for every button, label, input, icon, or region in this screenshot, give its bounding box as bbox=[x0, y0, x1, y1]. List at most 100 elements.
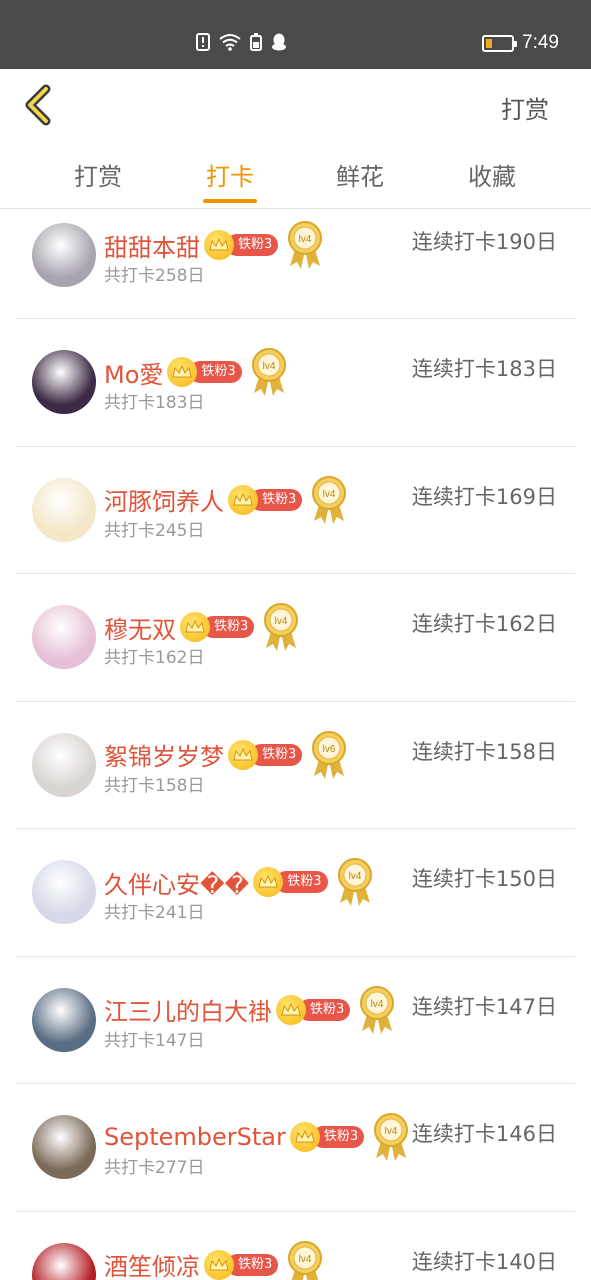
avatar[interactable] bbox=[32, 987, 96, 1052]
fan-badge: 铁粉3 bbox=[167, 357, 242, 387]
level-label: lv4 bbox=[348, 871, 361, 882]
tab-bar: 打赏 打卡 鲜花 收藏 bbox=[0, 141, 591, 209]
user-name[interactable]: 酒笙倾凉 bbox=[104, 1247, 200, 1280]
fan-badge: 铁粉3 bbox=[289, 1122, 365, 1152]
fan-badge-label: 铁粉3 bbox=[275, 871, 328, 893]
back-button[interactable] bbox=[20, 83, 64, 127]
list-item[interactable]: 絮锦岁岁梦 铁粉3 lv6 共打卡158日 连续打卡158日 bbox=[16, 702, 575, 829]
user-name[interactable]: Mo愛 bbox=[104, 355, 163, 390]
avatar[interactable] bbox=[32, 223, 96, 287]
total-checkins: 共打卡183日 bbox=[104, 393, 205, 413]
tab-favorites[interactable]: 收藏 bbox=[442, 157, 542, 192]
reward-link[interactable]: 打赏 bbox=[501, 90, 549, 125]
total-checkins: 共打卡245日 bbox=[104, 520, 205, 541]
level-label: lv4 bbox=[299, 234, 312, 245]
level-medal-icon: lv4 bbox=[250, 347, 288, 397]
checkin-list[interactable]: 甜甜本甜 铁粉3 lv4 共打卡258日 连续打卡190日 Mo愛 铁粉3 lv4 共打卡183… bbox=[16, 209, 575, 1280]
status-time: 7:49 bbox=[522, 32, 559, 53]
total-checkins: 共打卡147日 bbox=[104, 1030, 205, 1051]
fan-badge: 铁粉3 bbox=[253, 867, 328, 897]
streak-days: 连续打卡158日 bbox=[411, 739, 557, 764]
level-medal-icon: lv4 bbox=[358, 985, 396, 1035]
level-label: lv4 bbox=[371, 999, 384, 1010]
crown-icon bbox=[180, 612, 210, 642]
level-medal-icon: lv6 bbox=[310, 730, 348, 780]
fan-badge: 铁粉3 bbox=[228, 739, 303, 770]
name-line: 酒笙倾凉 铁粉3 lv4 bbox=[104, 1240, 324, 1280]
list-item[interactable]: 河豚饲养人 铁粉3 lv4 共打卡245日 连续打卡169日 bbox=[16, 447, 575, 574]
chevron-left-icon bbox=[25, 84, 51, 126]
user-name[interactable]: 甜甜本甜 bbox=[104, 228, 200, 263]
qq-icon bbox=[272, 33, 286, 51]
level-medal-icon: lv4 bbox=[372, 1112, 410, 1162]
fan-badge: 铁粉3 bbox=[204, 230, 279, 260]
user-name[interactable]: 河豚饲养人 bbox=[104, 482, 224, 517]
level-label: lv4 bbox=[385, 1126, 398, 1137]
top-bar: 打赏 bbox=[0, 69, 591, 141]
crown-icon bbox=[228, 484, 258, 515]
crown-icon bbox=[276, 994, 306, 1025]
streak-days: 连续打卡140日 bbox=[411, 1249, 557, 1274]
storage-icon bbox=[250, 33, 262, 51]
avatar[interactable] bbox=[32, 1242, 96, 1280]
list-item[interactable]: 久伴心安�� 铁粉3 lv4 共打卡241日 连续打卡150日 bbox=[16, 829, 575, 957]
list-item[interactable]: SeptemberStar 铁粉3 lv4 共打卡277日 连续打卡146日 bbox=[16, 1084, 575, 1212]
level-label: lv4 bbox=[323, 489, 336, 500]
level-medal-icon: lv4 bbox=[262, 602, 300, 652]
avatar[interactable] bbox=[32, 1115, 96, 1179]
avatar[interactable] bbox=[32, 605, 96, 669]
crown-icon bbox=[167, 357, 198, 387]
level-medal-icon: lv4 bbox=[336, 857, 374, 907]
crown-icon bbox=[253, 867, 284, 897]
user-name[interactable]: 久伴心安�� bbox=[104, 865, 249, 900]
status-right: 7:49 bbox=[482, 32, 559, 54]
fan-badge: 铁粉3 bbox=[228, 484, 303, 515]
list-item[interactable]: 甜甜本甜 铁粉3 lv4 共打卡258日 连续打卡190日 bbox=[16, 209, 575, 319]
level-medal-icon: lv4 bbox=[286, 220, 324, 270]
total-checkins: 共打卡277日 bbox=[104, 1158, 205, 1178]
list-item[interactable]: 穆无双 铁粉3 lv4 共打卡162日 连续打卡162日 bbox=[16, 574, 575, 702]
streak-days: 连续打卡183日 bbox=[411, 357, 557, 381]
streak-days: 连续打卡147日 bbox=[411, 994, 557, 1019]
total-checkins: 共打卡258日 bbox=[104, 266, 205, 286]
streak-days: 连续打卡162日 bbox=[411, 612, 557, 636]
streak-days: 连续打卡150日 bbox=[411, 867, 557, 891]
fan-badge: 铁粉3 bbox=[276, 994, 351, 1025]
user-name[interactable]: 絮锦岁岁梦 bbox=[104, 737, 224, 772]
total-checkins: 共打卡158日 bbox=[104, 775, 205, 796]
fan-badge: 铁粉3 bbox=[204, 1249, 279, 1280]
alert-sim-icon bbox=[196, 33, 210, 51]
status-bar: 7:49 bbox=[0, 0, 591, 69]
total-checkins: 共打卡241日 bbox=[104, 903, 205, 923]
level-medal-icon: lv4 bbox=[310, 475, 348, 525]
tab-reward[interactable]: 打赏 bbox=[48, 157, 148, 192]
crown-icon bbox=[204, 1249, 234, 1280]
avatar[interactable] bbox=[32, 350, 96, 414]
list-item[interactable]: 江三儿的白大褂 铁粉3 lv4 共打卡147日 连续打卡147日 bbox=[16, 957, 575, 1084]
user-name[interactable]: 穆无双 bbox=[104, 610, 176, 645]
total-checkins: 共打卡162日 bbox=[104, 648, 205, 668]
streak-days: 连续打卡146日 bbox=[411, 1122, 557, 1146]
avatar[interactable] bbox=[32, 860, 96, 924]
crown-icon bbox=[204, 230, 234, 260]
list-item[interactable]: 酒笙倾凉 铁粉3 lv4 连续打卡140日 bbox=[16, 1212, 575, 1280]
avatar[interactable] bbox=[32, 477, 96, 542]
user-name[interactable]: SeptemberStar bbox=[104, 1123, 286, 1151]
tab-flowers[interactable]: 鲜花 bbox=[310, 157, 410, 192]
fan-badge-label: 铁粉3 bbox=[189, 361, 242, 383]
status-icons bbox=[196, 33, 287, 51]
user-name[interactable]: 江三儿的白大褂 bbox=[104, 992, 272, 1027]
avatar[interactable] bbox=[32, 732, 96, 797]
active-tab-indicator bbox=[203, 199, 257, 203]
level-label: lv4 bbox=[262, 361, 275, 372]
level-label: lv6 bbox=[323, 744, 336, 755]
list-item[interactable]: Mo愛 铁粉3 lv4 共打卡183日 连续打卡183日 bbox=[16, 319, 575, 447]
wifi-icon bbox=[219, 34, 241, 51]
crown-icon bbox=[289, 1122, 320, 1152]
battery-icon bbox=[482, 34, 518, 52]
tab-checkin[interactable]: 打卡 bbox=[180, 157, 280, 192]
level-label: lv4 bbox=[275, 616, 288, 627]
level-medal-icon: lv4 bbox=[286, 1240, 324, 1280]
level-label: lv4 bbox=[299, 1254, 312, 1265]
crown-icon bbox=[228, 739, 258, 770]
